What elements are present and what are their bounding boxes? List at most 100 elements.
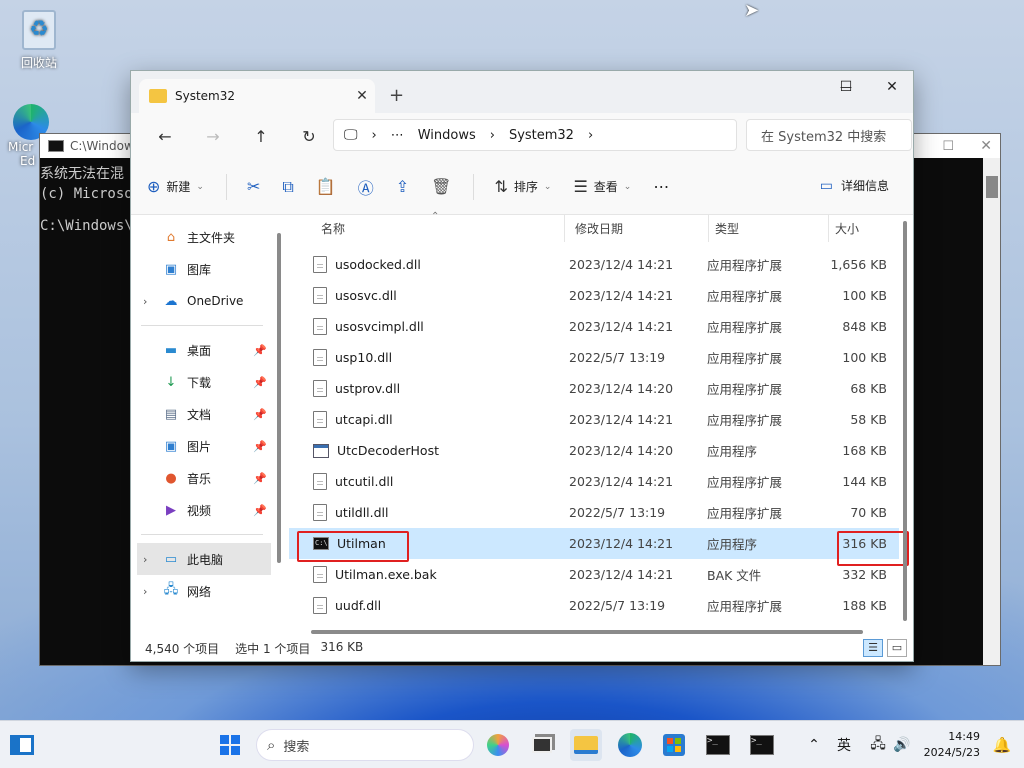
maximize-button[interactable]: ☐: [823, 71, 869, 103]
sort-button[interactable]: ⇅ 排序 ⌄: [494, 177, 551, 196]
divider: [473, 173, 475, 200]
more-icon: ⋯: [653, 177, 670, 196]
table-row[interactable]: utcapi.dll 2023/12/4 14:21 应用程序扩展 58 KB: [289, 404, 899, 435]
clock[interactable]: 14:49 2024/5/23: [924, 729, 980, 761]
file-size: 848 KB: [842, 319, 887, 334]
notification-icon[interactable]: 🔔: [986, 729, 1018, 761]
nav-scrollbar[interactable]: [277, 233, 281, 563]
details-label: 详细信息: [840, 179, 889, 193]
nav-item-documents[interactable]: ▤ 文档 📌: [131, 398, 279, 430]
cmd-scrollbar[interactable]: [983, 158, 1000, 665]
table-row[interactable]: UtcDecoderHost 2023/12/4 14:20 应用程序 168 KB: [289, 435, 899, 466]
vertical-scrollbar[interactable]: [903, 221, 907, 621]
ime-indicator[interactable]: 英: [828, 729, 860, 761]
cmd-close-button[interactable]: ✕: [980, 138, 992, 154]
cmd-scroll-thumb[interactable]: [986, 176, 998, 198]
file-name-cell: utcutil.dll: [289, 473, 551, 490]
column-type[interactable]: 类型: [709, 215, 829, 242]
rename-button[interactable]: Ⓐ: [358, 175, 374, 199]
nav-item-this-pc[interactable]: › ▭ 此电脑: [137, 543, 271, 575]
nav-item-desktop[interactable]: ▬ 桌面 📌: [131, 334, 279, 366]
column-size[interactable]: 大小: [829, 215, 899, 242]
table-row[interactable]: uudf.dll 2022/5/7 13:19 应用程序扩展 188 KB: [289, 590, 899, 621]
address-bar[interactable]: 🖵 › ⋯ Windows › System32 ›: [333, 119, 737, 151]
close-button[interactable]: ✕: [869, 71, 913, 103]
paste-button[interactable]: 📋: [316, 177, 336, 196]
nav-item-gallery[interactable]: ▣ 图库: [131, 253, 279, 285]
up-arrow-icon[interactable]: ↑: [237, 127, 285, 146]
edge-taskbar-icon[interactable]: [614, 729, 646, 761]
column-name[interactable]: 名称: [289, 215, 565, 242]
nav-item-onedrive[interactable]: › ☁ OneDrive: [131, 285, 279, 317]
table-row[interactable]: Utilman.exe.bak 2023/12/4 14:21 BAK 文件 332 …: [289, 559, 899, 590]
table-row[interactable]: usosvc.dll 2023/12/4 14:21 应用程序扩展 100 KB: [289, 280, 899, 311]
chevron-right-icon[interactable]: ›: [143, 585, 147, 598]
cmd-maximize-button[interactable]: ☐: [942, 139, 954, 154]
view-list-icon: ☰: [573, 177, 588, 196]
chevron-right-icon[interactable]: ›: [143, 295, 147, 308]
copy-button[interactable]: ⧉: [282, 177, 293, 197]
horizontal-scrollbar[interactable]: [311, 630, 863, 634]
nav-item-videos[interactable]: ▶ 视频 📌: [131, 494, 279, 526]
file-size: 332 KB: [842, 567, 887, 582]
forward-arrow-icon[interactable]: →: [189, 127, 237, 146]
details-view-icon[interactable]: ☰: [863, 639, 883, 657]
chevron-down-icon: ⌄: [623, 181, 632, 192]
tab-system32[interactable]: System32 ✕: [139, 79, 375, 113]
task-view-icon[interactable]: [526, 729, 558, 761]
navigation-bar: ← → ↑ ↻ 🖵 › ⋯ Windows › System32 › 在 Sys…: [131, 113, 913, 159]
file-explorer-window[interactable]: System32 ✕ + — ☐ ✕ ← → ↑ ↻ 🖵 › ⋯ Windows…: [130, 70, 914, 662]
new-tab-button[interactable]: +: [389, 85, 404, 106]
address-overflow[interactable]: ⋯: [391, 128, 404, 143]
refresh-icon[interactable]: ↻: [285, 127, 333, 146]
copilot-icon[interactable]: [482, 729, 514, 761]
cut-button[interactable]: ✂: [247, 177, 260, 196]
tab-bar: System32 ✕ + — ☐ ✕: [131, 71, 913, 113]
share-button[interactable]: ⇪: [396, 177, 409, 196]
more-options-button[interactable]: ⋯: [653, 177, 669, 196]
table-row[interactable]: ustprov.dll 2023/12/4 14:20 应用程序扩展 68 KB: [289, 373, 899, 404]
table-row[interactable]: usp10.dll 2022/5/7 13:19 应用程序扩展 100 KB: [289, 342, 899, 373]
file-type: 应用程序扩展: [707, 382, 783, 397]
volume-icon[interactable]: 🔊: [886, 729, 918, 761]
details-pane-button[interactable]: ▭ 详细信息: [820, 177, 889, 194]
nav-gallery-label: 图库: [187, 262, 212, 277]
pin-icon: 📌: [253, 471, 267, 485]
taskbar-search-input[interactable]: ⌕ 搜索: [256, 729, 474, 761]
recycle-bin-icon[interactable]: ♻ 回收站: [4, 10, 74, 71]
chevron-up-icon[interactable]: ⌃: [798, 729, 830, 761]
file-type: 应用程序扩展: [707, 258, 783, 273]
address-windows[interactable]: Windows: [418, 128, 476, 143]
table-row[interactable]: usosvcimpl.dll 2023/12/4 14:21 应用程序扩展 848 K…: [289, 311, 899, 342]
widgets-icon[interactable]: [6, 729, 38, 761]
tiles-view-icon[interactable]: ▭: [887, 639, 907, 657]
nav-documents-label: 文档: [187, 407, 212, 422]
file-icon: [313, 411, 327, 428]
nav-item-pictures[interactable]: ▣ 图片 📌: [131, 430, 279, 462]
column-date[interactable]: 修改日期: [565, 215, 709, 242]
address-system32[interactable]: System32: [509, 128, 574, 143]
chevron-right-icon: ›: [489, 127, 495, 143]
start-button[interactable]: [214, 729, 246, 761]
file-name-cell: uudf.dll: [289, 597, 551, 614]
new-button[interactable]: ⊕ 新建 ⌄: [147, 177, 204, 196]
nav-item-network[interactable]: › 🖧 网络: [131, 575, 279, 607]
chevron-right-icon[interactable]: ›: [588, 128, 593, 143]
nav-item-music[interactable]: ● 音乐 📌: [131, 462, 279, 494]
file-explorer-taskbar-icon[interactable]: [570, 729, 602, 761]
table-row[interactable]: utildll.dll 2022/5/7 13:19 应用程序扩展 70 KB: [289, 497, 899, 528]
tab-close-icon[interactable]: ✕: [349, 88, 375, 104]
chevron-right-icon[interactable]: ›: [143, 553, 147, 566]
nav-item-home[interactable]: ⌂ 主文件夹: [131, 221, 279, 253]
store-icon[interactable]: [658, 729, 690, 761]
nav-item-downloads[interactable]: ↓ 下载 📌: [131, 366, 279, 398]
search-input[interactable]: 在 System32 中搜索: [746, 119, 912, 151]
back-arrow-icon[interactable]: ←: [141, 127, 189, 146]
file-size: 100 KB: [842, 350, 887, 365]
table-row[interactable]: usodocked.dll 2023/12/4 14:21 应用程序扩展 1,656 …: [289, 249, 899, 280]
table-row[interactable]: utcutil.dll 2023/12/4 14:21 应用程序扩展 144 KB: [289, 466, 899, 497]
cmd-taskbar-icon-1[interactable]: >_: [702, 729, 734, 761]
cmd-taskbar-icon-2[interactable]: >_: [746, 729, 778, 761]
view-button[interactable]: ☰ 查看 ⌄: [573, 177, 631, 196]
delete-button[interactable]: 🗑: [431, 177, 451, 196]
